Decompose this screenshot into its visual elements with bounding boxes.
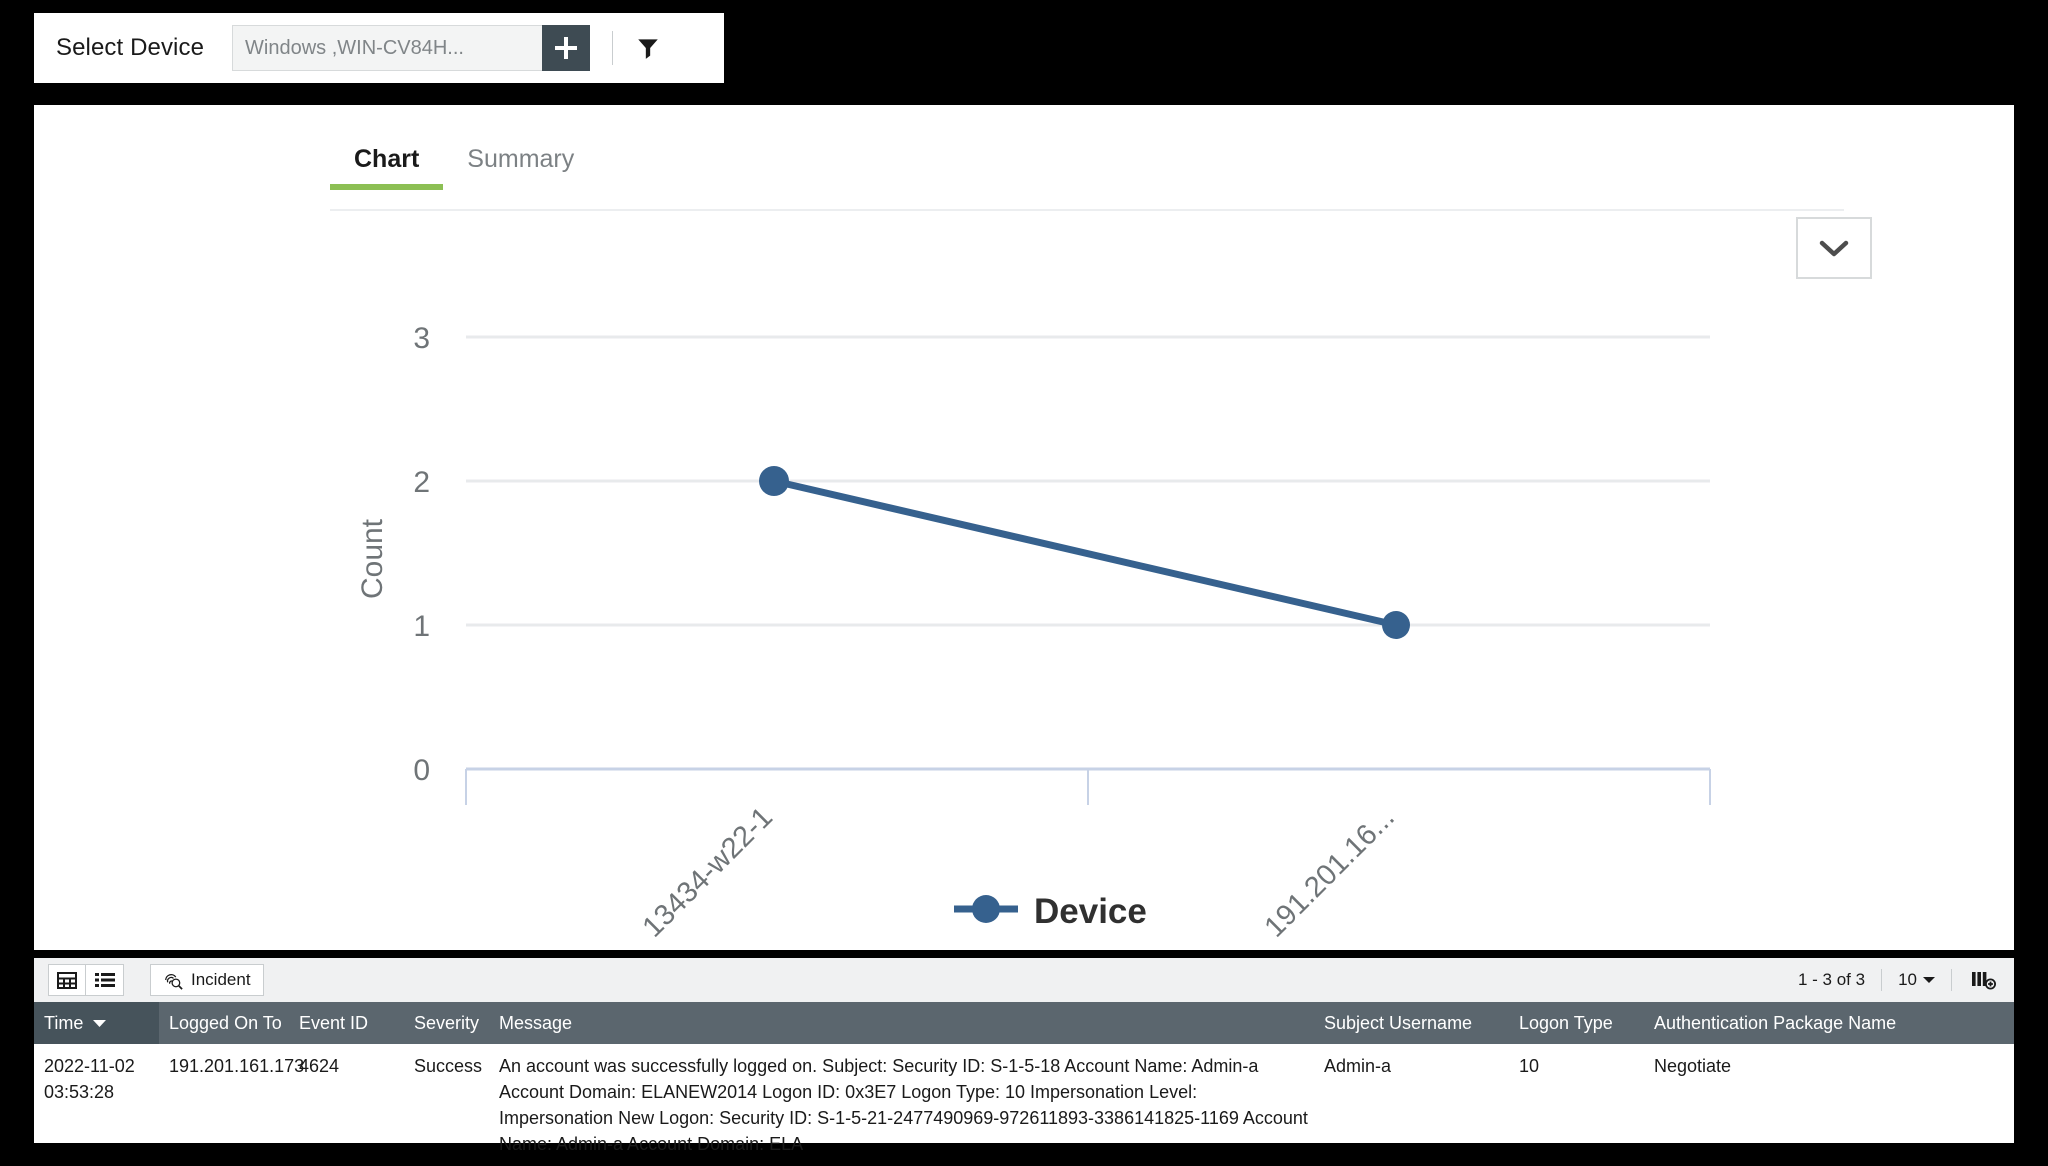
data-point[interactable] bbox=[1382, 611, 1410, 639]
chart-category-ticks bbox=[465, 769, 1711, 805]
funnel-filter-icon bbox=[638, 39, 658, 59]
cell-logon-type: 10 bbox=[1519, 1056, 1540, 1076]
select-device-label: Select Device bbox=[56, 34, 205, 61]
add-column-icon bbox=[1972, 972, 1996, 990]
incident-button-label: Incident bbox=[191, 970, 251, 989]
add-device-button[interactable] bbox=[542, 25, 591, 71]
column-header-logged-on-to[interactable]: Logged On To bbox=[159, 1002, 289, 1044]
column-header-label: Message bbox=[499, 1012, 573, 1033]
table-header-row: Time Logged On To Event ID Severity Mess… bbox=[34, 1002, 2014, 1044]
column-header-label: Severity bbox=[414, 1012, 480, 1033]
grid-view-button[interactable] bbox=[48, 964, 86, 996]
cell-message: An account was successfully logged on. S… bbox=[499, 1056, 1308, 1155]
x-tick-label: 13434-w22-1 bbox=[637, 801, 779, 943]
list-view-icon bbox=[94, 973, 115, 987]
column-header-logon-type[interactable]: Logon Type bbox=[1509, 1002, 1644, 1044]
column-header-message[interactable]: Message bbox=[489, 1002, 1314, 1044]
y-tick-label: 3 bbox=[413, 322, 430, 355]
chart-y-axis-title: Count bbox=[356, 518, 389, 599]
cell-event-id: 4624 bbox=[299, 1056, 340, 1076]
tab-summary-label: Summary bbox=[467, 145, 575, 173]
column-header-label: Logon Type bbox=[1519, 1012, 1613, 1033]
chevron-down-icon bbox=[1923, 977, 1935, 983]
events-table-panel: Incident 1 - 3 of 3 10 Time Logged On To… bbox=[34, 958, 2014, 1154]
sort-desc-icon bbox=[93, 1019, 107, 1027]
column-header-label: Subject Username bbox=[1324, 1012, 1473, 1033]
cell-subject-username: Admin-a bbox=[1324, 1056, 1392, 1076]
column-header-label: Event ID bbox=[299, 1012, 369, 1033]
toolbar-divider bbox=[1881, 969, 1883, 991]
page-range-label: 1 - 3 of 3 bbox=[1797, 970, 1866, 989]
y-tick-label: 2 bbox=[413, 466, 430, 499]
line-chart-svg: 3 2 1 0 Count 13434-w22-1 191.201.16... bbox=[356, 322, 1711, 944]
device-selector-bar: Select Device bbox=[34, 13, 724, 83]
tab-chart[interactable]: Chart bbox=[330, 145, 444, 190]
incident-button[interactable]: Incident bbox=[150, 964, 264, 996]
y-tick-label: 1 bbox=[413, 610, 430, 643]
page-size-select[interactable]: 10 bbox=[1898, 970, 1935, 990]
column-header-severity[interactable]: Severity bbox=[404, 1002, 489, 1044]
view-toggle-group bbox=[48, 964, 124, 996]
legend-marker-dot bbox=[972, 895, 1000, 923]
cell-auth-package-name: Negotiate bbox=[1654, 1056, 1732, 1076]
cell-severity: Success bbox=[414, 1056, 483, 1076]
device-input-group bbox=[232, 25, 591, 71]
table-pagination: 1 - 3 of 3 10 bbox=[1798, 968, 2000, 992]
chart-tabs: Chart Summary bbox=[330, 145, 598, 190]
cell-logged-on-to: 191.201.161.173 bbox=[169, 1056, 305, 1076]
filter-icon[interactable] bbox=[631, 31, 665, 65]
fingerprint-search-icon bbox=[165, 974, 183, 990]
chart-x-tick-labels: 13434-w22-1 191.201.16... bbox=[637, 801, 1401, 943]
chart-series-device bbox=[759, 466, 1410, 639]
device-search-input[interactable] bbox=[232, 25, 543, 71]
data-point[interactable] bbox=[759, 466, 789, 496]
legend-label: Device bbox=[1034, 892, 1147, 931]
chart-legend: Device bbox=[954, 892, 1147, 931]
column-header-label: Time bbox=[44, 1012, 84, 1033]
toolbar-divider bbox=[612, 31, 614, 65]
events-table: Time Logged On To Event ID Severity Mess… bbox=[34, 1002, 2014, 1166]
column-config-button[interactable] bbox=[1968, 968, 2000, 992]
tab-summary[interactable]: Summary bbox=[443, 145, 598, 190]
table-row[interactable]: 2022-11-02 03:53:28 191.201.161.173 4624… bbox=[34, 1044, 2014, 1166]
column-header-time[interactable]: Time bbox=[34, 1002, 159, 1044]
toolbar-divider bbox=[1951, 969, 1952, 991]
column-header-event-id[interactable]: Event ID bbox=[289, 1002, 404, 1044]
column-header-subject-username[interactable]: Subject Username bbox=[1314, 1002, 1509, 1044]
line-chart: 3 2 1 0 Count 13434-w22-1 191.201.16... bbox=[34, 209, 2014, 950]
tab-chart-label: Chart bbox=[354, 145, 420, 173]
column-header-label: Authentication Package Name bbox=[1654, 1012, 1897, 1033]
chart-gridlines bbox=[466, 335, 1710, 627]
cell-time: 2022-11-02 03:53:28 bbox=[44, 1056, 135, 1103]
y-tick-label: 0 bbox=[413, 754, 430, 787]
chart-y-tick-labels: 3 2 1 0 bbox=[413, 322, 430, 787]
grid-view-icon bbox=[57, 971, 77, 989]
page-size-value: 10 bbox=[1898, 970, 1917, 989]
series-line bbox=[773, 477, 1397, 629]
x-tick-label: 191.201.16... bbox=[1259, 801, 1401, 943]
list-view-button[interactable] bbox=[86, 964, 124, 996]
column-header-auth-package-name[interactable]: Authentication Package Name bbox=[1644, 1002, 2014, 1044]
column-header-label: Logged On To bbox=[169, 1012, 282, 1033]
table-toolbar: Incident 1 - 3 of 3 10 bbox=[34, 958, 2014, 1002]
chart-panel: Chart Summary 3 2 1 0 Count 13434-w22-1 … bbox=[34, 105, 2014, 950]
